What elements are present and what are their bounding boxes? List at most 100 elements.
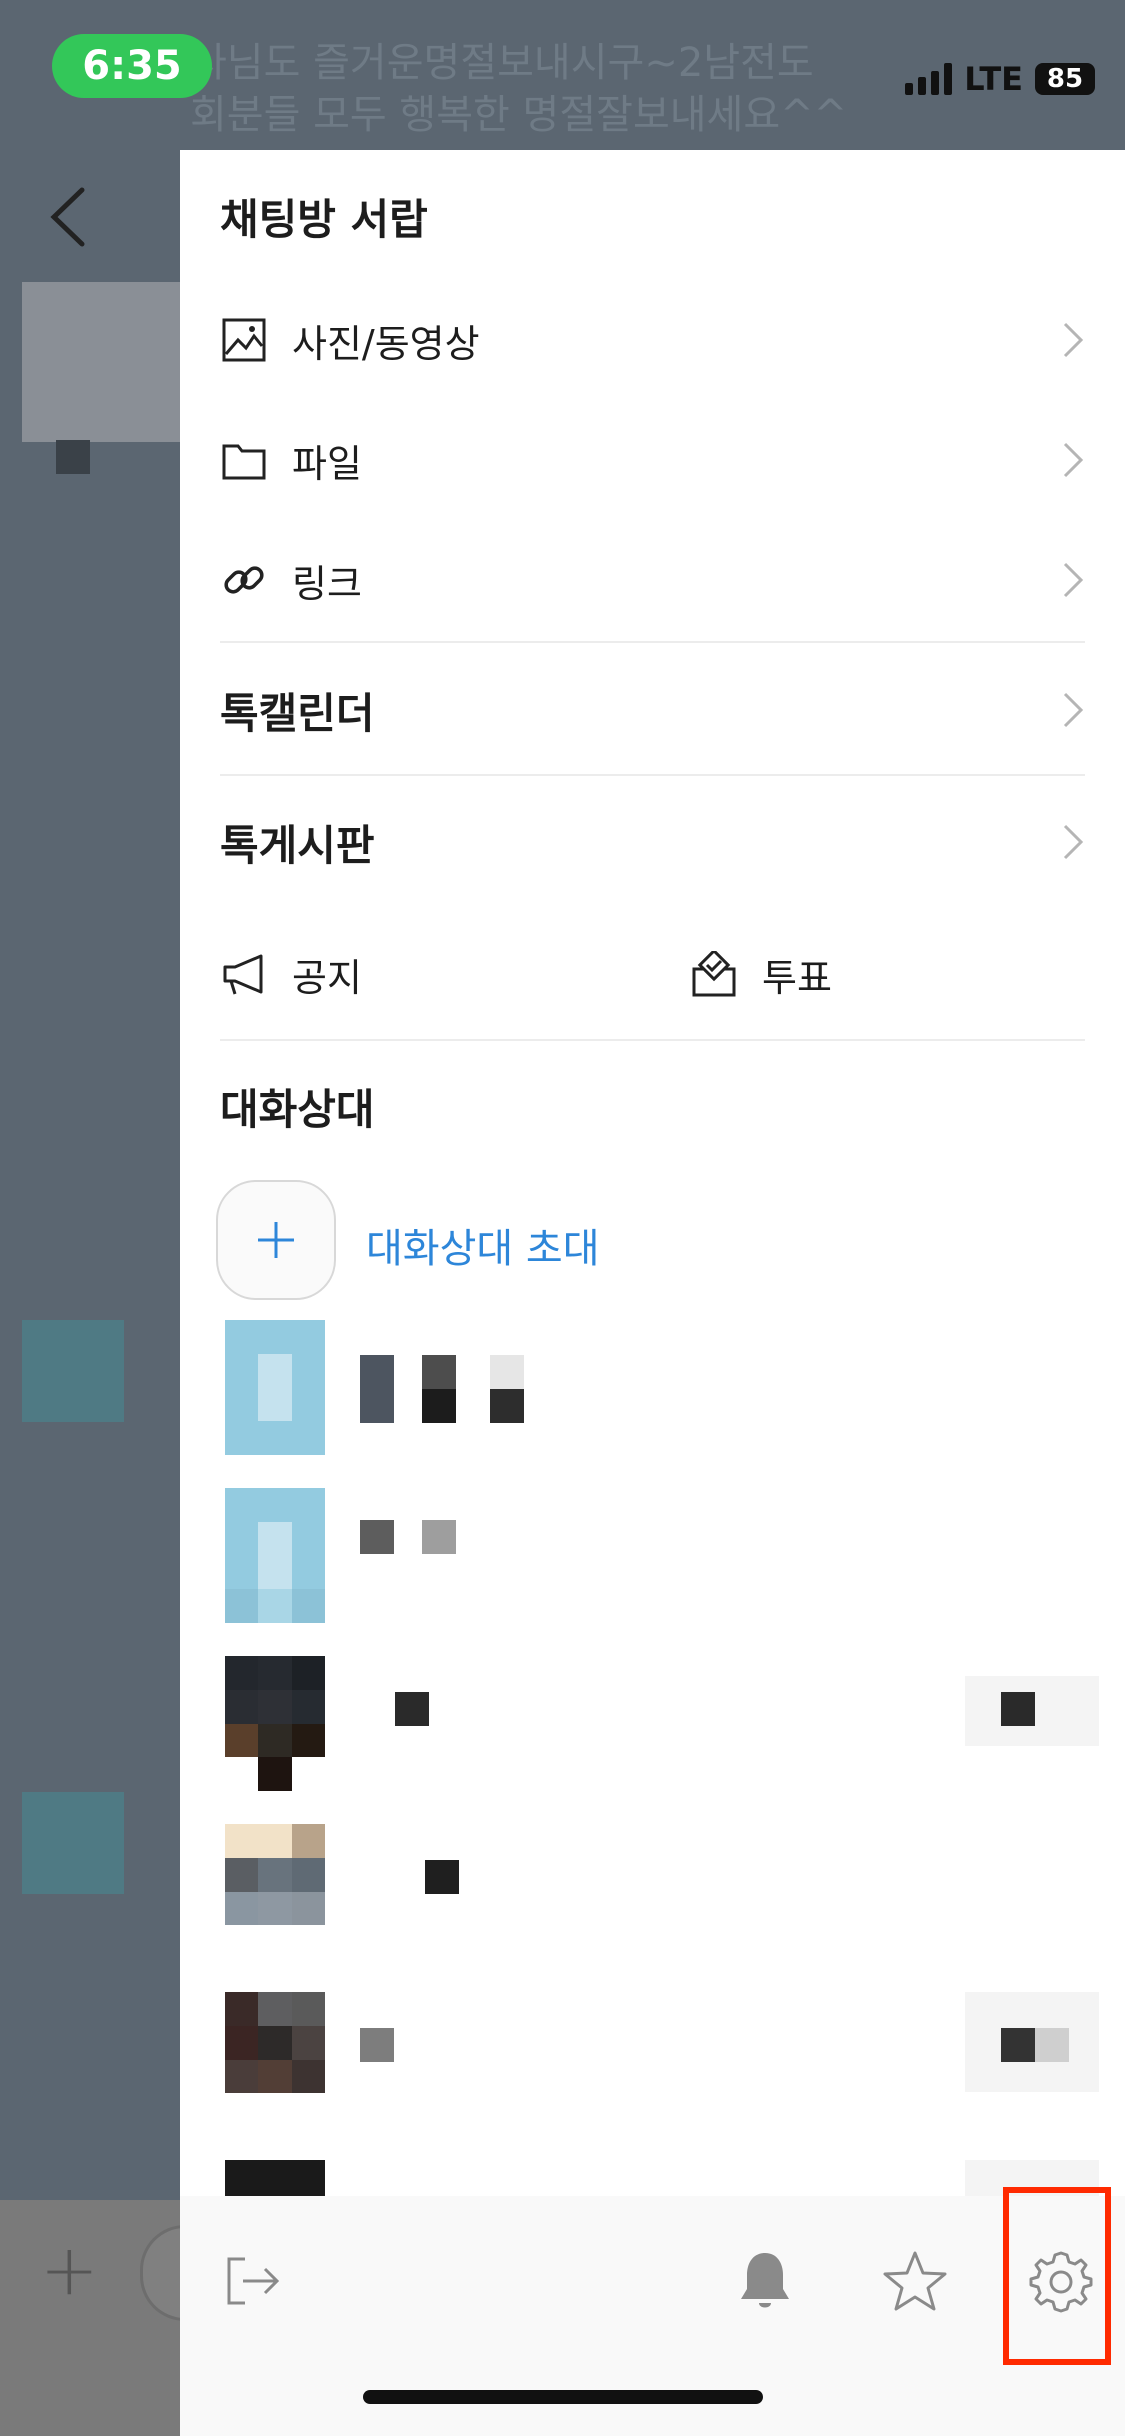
poll-label: 투표 — [762, 955, 832, 1000]
avatar-pixel — [225, 1824, 259, 1858]
chevron-right-icon — [1063, 562, 1084, 598]
divider — [220, 641, 1085, 643]
chevron-right-icon — [1063, 824, 1084, 860]
avatar-pixel — [225, 1723, 259, 1758]
exit-icon[interactable] — [218, 2246, 288, 2316]
board-label: 톡게시판 — [220, 820, 375, 870]
chevron-right-icon — [1063, 322, 1084, 358]
pixelated-name — [360, 1520, 394, 1554]
chevron-right-icon — [1063, 442, 1084, 478]
avatar-pixel — [291, 1353, 325, 1388]
background-message-line1: 사님도 즐거운명절보내시구~2남전도 — [190, 40, 814, 86]
avatar-pixel — [225, 1353, 259, 1388]
avatar-pixel — [291, 2093, 325, 2127]
avatar-pixel — [258, 1353, 292, 1388]
avatar-pixel — [225, 1589, 259, 1623]
avatar-pixel — [258, 1723, 292, 1758]
pixelated-name — [395, 1692, 429, 1726]
members-title: 대화상대 — [220, 1085, 375, 1134]
avatar-pixel — [291, 1320, 325, 1354]
plus-icon — [258, 1222, 294, 1258]
back-arrow-icon[interactable] — [42, 182, 102, 252]
poll-button[interactable]: 투표 — [690, 924, 1050, 1024]
calendar-label: 톡캘린더 — [220, 688, 375, 738]
avatar-pixel — [258, 1857, 292, 1892]
avatar-pixel — [291, 1656, 325, 1690]
drawer-item-calendar[interactable]: 톡캘린더 — [220, 660, 1085, 760]
avatar-pixel — [291, 1757, 325, 1791]
pixelated-badge — [1001, 1692, 1035, 1726]
avatar-pixel — [225, 1757, 259, 1791]
pixelated-badge — [1001, 2028, 1035, 2062]
drawer-item-links[interactable]: 링크 — [220, 530, 1085, 630]
network-label: LTE — [964, 60, 1023, 98]
member-row[interactable] — [225, 1824, 1095, 1964]
notice-label: 공지 — [292, 955, 362, 1000]
avatar-pixel — [291, 2025, 325, 2060]
pixelated-name — [360, 1355, 394, 1423]
chevron-right-icon — [1063, 692, 1084, 728]
star-icon[interactable] — [880, 2246, 950, 2316]
member-row[interactable] — [225, 1656, 1099, 1796]
image-icon — [220, 316, 268, 364]
member-avatar — [225, 1488, 325, 1623]
drawer-item-files[interactable]: 파일 — [220, 410, 1085, 510]
avatar-pixel — [291, 1925, 325, 1959]
signal-icon — [905, 63, 953, 95]
bell-icon[interactable] — [730, 2246, 800, 2316]
drawer-item-label: 사진/동영상 — [292, 321, 480, 366]
avatar-pixel — [258, 2093, 292, 2127]
battery-icon: 85 — [1035, 63, 1095, 95]
divider — [220, 774, 1085, 776]
member-row[interactable] — [225, 1488, 1095, 1628]
avatar-pixel — [291, 1992, 325, 2026]
avatar-pixel — [258, 1488, 292, 1522]
avatar-pixel — [225, 1992, 259, 2026]
avatar-pixel — [225, 1521, 259, 1556]
background-avatar — [22, 282, 182, 442]
member-row[interactable] — [225, 1992, 1099, 2132]
notice-button[interactable]: 공지 — [220, 924, 640, 1024]
pixelated-badge — [1035, 2028, 1069, 2062]
background-message-line2: 회분들 모두 행복한 명절잘보내세요^^ — [190, 92, 848, 138]
avatar-pixel — [258, 2059, 292, 2094]
drawer-title: 채팅방 서랍 — [220, 195, 428, 244]
avatar-pixel — [291, 1857, 325, 1892]
avatar-pixel — [258, 1320, 292, 1354]
avatar-pixel — [225, 2025, 259, 2060]
avatar-pixel — [291, 1488, 325, 1522]
chatroom-drawer: 채팅방 서랍 사진/동영상 파일 링크 톡캘린더 톡게시판 공지 투표 대화상대… — [180, 150, 1125, 2436]
avatar-pixel — [225, 1857, 259, 1892]
avatar-pixel — [225, 1689, 259, 1724]
invite-plus-button[interactable] — [216, 1180, 336, 1300]
avatar-pixel — [258, 1421, 292, 1455]
pixelated-name — [425, 1860, 459, 1894]
avatar-pixel — [225, 1488, 259, 1522]
avatar-pixel — [225, 1421, 259, 1455]
avatar-pixel — [291, 1723, 325, 1758]
avatar-pixel — [225, 1320, 259, 1354]
avatar-pixel — [225, 1656, 259, 1690]
avatar-pixel — [291, 1387, 325, 1422]
background-avatar — [22, 1320, 124, 1422]
drawer-item-media[interactable]: 사진/동영상 — [220, 290, 1085, 390]
avatar-pixel — [291, 1824, 325, 1858]
member-avatar-partial — [225, 2160, 325, 2196]
avatar-pixel — [258, 2025, 292, 2060]
status-time: 6:35 — [52, 34, 212, 98]
avatar-pixel — [291, 2059, 325, 2094]
avatar-pixel — [258, 1925, 292, 1959]
drawer-item-board[interactable]: 톡게시판 — [220, 792, 1085, 892]
link-icon — [220, 556, 268, 604]
avatar-pixel — [225, 1387, 259, 1422]
avatar-pixel — [258, 1891, 292, 1926]
background-avatar — [22, 1792, 124, 1894]
folder-icon — [220, 436, 268, 484]
avatar-pixel — [225, 1555, 259, 1590]
pixelated-name — [422, 1355, 456, 1389]
member-avatar — [225, 1992, 325, 2127]
member-row[interactable] — [225, 1320, 1095, 1460]
avatar-pixel — [291, 1521, 325, 1556]
invite-member-link[interactable]: 대화상대 초대 — [366, 1216, 600, 1274]
settings-highlight-box — [1003, 2187, 1111, 2365]
